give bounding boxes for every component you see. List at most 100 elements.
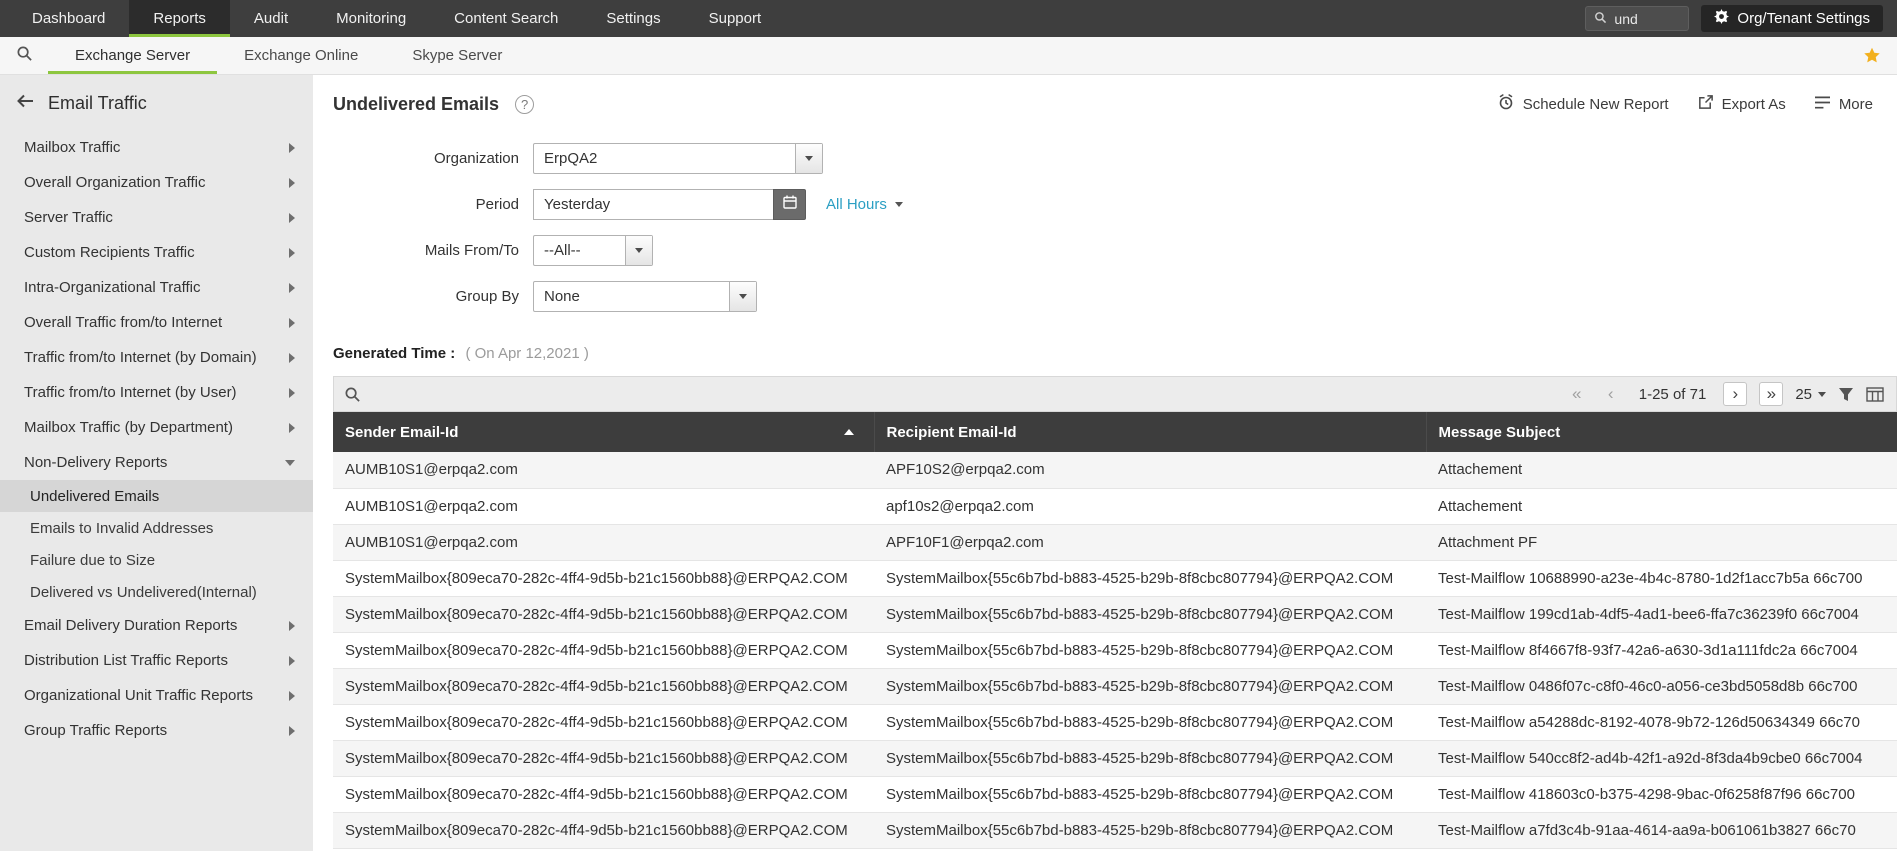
sidebar-back[interactable]: Email Traffic <box>0 75 313 130</box>
chevron-down-icon <box>1818 391 1826 397</box>
group-by-select[interactable]: None <box>533 281 757 312</box>
mails-from-to-select[interactable]: --All-- <box>533 235 653 266</box>
all-hours-filter-link[interactable]: All Hours <box>826 196 903 213</box>
help-icon[interactable]: ? <box>515 94 535 114</box>
sidebar-item-label: Non-Delivery Reports <box>24 454 168 471</box>
sidebar-item-non-delivery-reports[interactable]: Non-Delivery Reports <box>0 445 313 480</box>
topnav-tab-monitoring[interactable]: Monitoring <box>312 0 430 37</box>
export-as-button[interactable]: Export As <box>1697 94 1786 115</box>
sidebar-item-server-traffic[interactable]: Server Traffic <box>0 200 313 235</box>
next-page-button[interactable]: › <box>1723 382 1748 406</box>
group-by-row: Group By None <box>333 281 1897 312</box>
group-by-label: Group By <box>455 288 519 305</box>
more-label: More <box>1838 95 1873 113</box>
cell-recipient-email-id: SystemMailbox{55c6b7bd-b883-4525-b29b-8f… <box>874 776 1426 813</box>
column-header-label: Message Subject <box>1438 423 1561 441</box>
topnav-tab-settings[interactable]: Settings <box>582 0 684 37</box>
organization-dropdown-button[interactable] <box>795 144 822 173</box>
table-row[interactable]: SystemMailbox{809eca70-282c-4ff4-9d5b-b2… <box>333 560 1897 597</box>
table-row[interactable]: SystemMailbox{809eca70-282c-4ff4-9d5b-b2… <box>333 704 1897 741</box>
sidebar-item-overall-traffic-from-to-internet[interactable]: Overall Traffic from/to Internet <box>0 305 313 340</box>
sidebar: Email Traffic Mailbox Traffic Overall Org… <box>0 75 313 851</box>
period-input[interactable]: Yesterday <box>533 189 773 220</box>
global-search-input[interactable]: und <box>1585 6 1690 31</box>
sidebar-item-label: Overall Traffic from/to Internet <box>24 314 223 331</box>
report-search-button[interactable] <box>0 37 48 74</box>
sidebar-item-group-traffic-reports[interactable]: Group Traffic Reports <box>0 713 313 748</box>
more-button[interactable]: More <box>1814 95 1873 114</box>
group-by-value: None <box>544 288 580 305</box>
previous-page-button[interactable]: ‹ <box>1600 382 1622 406</box>
sidebar-item-label: Intra-Organizational Traffic <box>24 279 201 296</box>
sidebar-item-failure-due-to-size[interactable]: Failure due to Size <box>0 544 313 576</box>
table-row[interactable]: SystemMailbox{809eca70-282c-4ff4-9d5b-b2… <box>333 740 1897 777</box>
topnav-tab-reports[interactable]: Reports <box>129 0 230 37</box>
topnav-tab-support[interactable]: Support <box>685 0 786 37</box>
column-chooser-icon[interactable] <box>1866 386 1884 402</box>
topnav-tab-content-search[interactable]: Content Search <box>430 0 582 37</box>
column-header-message-subject[interactable]: Message Subject <box>1426 412 1897 452</box>
sidebar-item-custom-recipients-traffic[interactable]: Custom Recipients Traffic <box>0 235 313 270</box>
sidebar-item-intra-organizational-traffic[interactable]: Intra-Organizational Traffic <box>0 270 313 305</box>
subnav-tab-exchange-server[interactable]: Exchange Server <box>48 37 217 74</box>
favorite-star-icon[interactable] <box>1863 47 1881 64</box>
cell-sender-email-id: SystemMailbox{809eca70-282c-4ff4-9d5b-b2… <box>333 632 874 669</box>
table-row[interactable]: SystemMailbox{809eca70-282c-4ff4-9d5b-b2… <box>333 668 1897 705</box>
subnav-tab-exchange-online[interactable]: Exchange Online <box>217 37 385 74</box>
sidebar-item-delivered-vs-undelivered-internal[interactable]: Delivered vs Undelivered(Internal) <box>0 576 313 608</box>
table-row[interactable]: AUMB10S1@erpqa2.com APF10S2@erpqa2.com Att… <box>333 452 1897 489</box>
chevron-right-icon <box>289 690 295 701</box>
cell-sender-email-id: SystemMailbox{809eca70-282c-4ff4-9d5b-b2… <box>333 668 874 705</box>
schedule-new-report-button[interactable]: Schedule New Report <box>1497 93 1669 115</box>
last-page-button[interactable]: » <box>1759 382 1784 406</box>
subnav-tab-skype-server[interactable]: Skype Server <box>385 37 529 74</box>
mails-from-to-dropdown-button[interactable] <box>625 236 652 265</box>
cell-recipient-email-id: SystemMailbox{55c6b7bd-b883-4525-b29b-8f… <box>874 560 1426 597</box>
chevron-right-icon <box>289 387 295 398</box>
sidebar-item-label: Mailbox Traffic <box>24 139 121 156</box>
sidebar-item-email-delivery-duration-reports[interactable]: Email Delivery Duration Reports <box>0 608 313 643</box>
sidebar-item-traffic-from-to-internet-by-user[interactable]: Traffic from/to Internet (by User) <box>0 375 313 410</box>
subnav-tabs: Exchange Server Exchange Online Skype Serv… <box>48 37 529 74</box>
sidebar-item-emails-to-invalid-addresses[interactable]: Emails to Invalid Addresses <box>0 512 313 544</box>
list-icon <box>1814 95 1831 114</box>
export-icon <box>1697 94 1714 115</box>
table-row[interactable]: SystemMailbox{809eca70-282c-4ff4-9d5b-b2… <box>333 812 1897 849</box>
sidebar-item-mailbox-traffic-by-department[interactable]: Mailbox Traffic (by Department) <box>0 410 313 445</box>
sidebar-item-distribution-list-traffic-reports[interactable]: Distribution List Traffic Reports <box>0 643 313 678</box>
sidebar-item-mailbox-traffic[interactable]: Mailbox Traffic <box>0 130 313 165</box>
global-search-value: und <box>1614 10 1638 27</box>
sidebar-item-overall-organization-traffic[interactable]: Overall Organization Traffic <box>0 165 313 200</box>
report-grid: « ‹ 1-25 of 71 › » 25 Sender Email-Id Re… <box>333 376 1897 851</box>
search-icon <box>16 45 33 67</box>
cell-sender-email-id: SystemMailbox{809eca70-282c-4ff4-9d5b-b2… <box>333 740 874 777</box>
table-row[interactable]: AUMB10S1@erpqa2.com APF10F1@erpqa2.com Att… <box>333 524 1897 561</box>
calendar-button[interactable] <box>773 189 806 220</box>
table-row[interactable]: AUMB10S1@erpqa2.com apf10s2@erpqa2.com Att… <box>333 488 1897 525</box>
table-row[interactable]: SystemMailbox{809eca70-282c-4ff4-9d5b-b2… <box>333 596 1897 633</box>
column-header-sender-email-id[interactable]: Sender Email-Id <box>333 412 875 452</box>
org-tenant-settings-button[interactable]: Org/Tenant Settings <box>1701 5 1883 32</box>
generated-time: Generated Time : ( On Apr 12,2021 ) <box>333 345 1897 362</box>
sidebar-item-label: Traffic from/to Internet (by Domain) <box>24 349 257 366</box>
cell-sender-email-id: SystemMailbox{809eca70-282c-4ff4-9d5b-b2… <box>333 704 874 741</box>
organization-select[interactable]: ErpQA2 <box>533 143 823 174</box>
topnav-tab-audit[interactable]: Audit <box>230 0 312 37</box>
report-table-head-row: Sender Email-Id Recipient Email-Id Message… <box>333 412 1897 452</box>
page-size-select[interactable]: 25 <box>1795 386 1826 403</box>
sidebar-item-traffic-from-to-internet-by-domain[interactable]: Traffic from/to Internet (by Domain) <box>0 340 313 375</box>
topnav-tab-dashboard[interactable]: Dashboard <box>8 0 129 37</box>
chevron-right-icon <box>289 212 295 223</box>
first-page-button[interactable]: « <box>1566 382 1588 406</box>
table-row[interactable]: SystemMailbox{809eca70-282c-4ff4-9d5b-b2… <box>333 632 1897 669</box>
filter-icon[interactable] <box>1838 387 1854 402</box>
sidebar-item-undelivered-emails[interactable]: Undelivered Emails <box>0 480 313 512</box>
column-header-recipient-email-id[interactable]: Recipient Email-Id <box>874 412 1427 452</box>
sidebar-item-label: Server Traffic <box>24 209 113 226</box>
chevron-right-icon <box>289 655 295 666</box>
table-row[interactable]: SystemMailbox{809eca70-282c-4ff4-9d5b-b2… <box>333 776 1897 813</box>
sidebar-item-organizational-unit-traffic-reports[interactable]: Organizational Unit Traffic Reports <box>0 678 313 713</box>
group-by-dropdown-button[interactable] <box>729 282 756 311</box>
cell-sender-email-id: SystemMailbox{809eca70-282c-4ff4-9d5b-b2… <box>333 560 874 597</box>
table-search-icon[interactable] <box>344 386 361 403</box>
